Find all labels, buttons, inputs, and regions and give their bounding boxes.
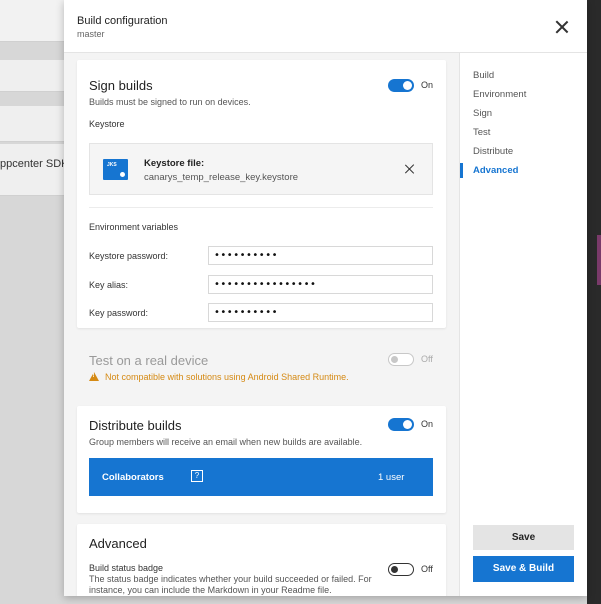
build-status-badge-toggle[interactable] [388, 563, 414, 576]
sign-builds-title: Sign builds [89, 78, 153, 93]
build-configuration-panel: Build configuration master Sign builds B… [64, 0, 587, 596]
sign-builds-description: Builds must be signed to run on devices. [89, 97, 251, 107]
test-device-toggle-label: Off [421, 354, 433, 364]
background-right-edge [587, 0, 601, 604]
environment-variables-label: Environment variables [89, 222, 179, 232]
keystore-file-box: Keystore file: canarys_temp_release_key.… [89, 143, 433, 195]
collaborators-label: Collaborators [102, 472, 164, 483]
keystore-file-name: canarys_temp_release_key.keystore [144, 172, 299, 183]
background-sdk-text: ppcenter SDK [0, 158, 69, 170]
key-alias-label: Key alias: [89, 280, 129, 290]
panel-header: Build configuration master [64, 0, 587, 53]
keystore-password-label: Keystore password: [89, 251, 169, 261]
nav-item-sign[interactable]: Sign [473, 108, 492, 119]
warning-text: Not compatible with solutions using Andr… [105, 372, 349, 382]
key-password-label: Key password: [89, 308, 149, 318]
distribute-builds-toggle[interactable] [388, 418, 414, 431]
key-password-field[interactable]: •••••••••• [208, 303, 433, 322]
advanced-card: Advanced Build status badge The status b… [77, 524, 446, 596]
jks-file-icon [103, 159, 128, 180]
background-row [0, 144, 64, 196]
build-status-badge-label: Build status badge [89, 563, 164, 573]
collaborators-count: 1 user [378, 472, 405, 483]
save-button[interactable]: Save [473, 525, 574, 550]
remove-keystore-icon[interactable] [404, 163, 416, 175]
panel-title: Build configuration [77, 15, 168, 27]
background-right-accent [597, 235, 601, 285]
close-icon[interactable] [553, 18, 571, 36]
background-row [0, 106, 64, 142]
distribute-builds-title: Distribute builds [89, 418, 182, 433]
nav-item-advanced[interactable]: Advanced [473, 165, 518, 176]
build-status-badge-description: The status badge indicates whether your … [89, 574, 372, 595]
nav-item-build[interactable]: Build [473, 70, 494, 81]
sign-builds-toggle-label: On [421, 80, 434, 90]
nav-item-test[interactable]: Test [473, 127, 490, 138]
background-row [0, 60, 64, 92]
warning-icon [89, 372, 99, 381]
sign-builds-toggle[interactable] [388, 79, 414, 92]
sign-builds-card: Sign builds Builds must be signed to run… [77, 60, 446, 328]
active-nav-indicator [460, 163, 463, 178]
distribute-builds-description: Group members will receive an email when… [89, 437, 363, 447]
distribute-builds-card: Distribute builds Group members will rec… [77, 406, 446, 513]
advanced-title: Advanced [89, 536, 147, 551]
help-icon[interactable]: ? [191, 470, 203, 482]
nav-item-distribute[interactable]: Distribute [473, 146, 513, 157]
test-device-toggle[interactable] [388, 353, 414, 366]
section-nav: Build Environment Sign Test Distribute A… [459, 53, 587, 596]
keystore-file-title: Keystore file: [144, 158, 205, 169]
divider [89, 207, 433, 208]
keystore-password-field[interactable]: •••••••••• [208, 246, 433, 265]
config-main[interactable]: Sign builds Builds must be signed to run… [64, 53, 459, 596]
test-device-warning: Not compatible with solutions using Andr… [89, 372, 349, 382]
distribute-builds-toggle-label: On [421, 419, 434, 429]
background-header [0, 0, 64, 42]
keystore-label: Keystore [89, 119, 125, 129]
branch-name: master [77, 29, 105, 39]
save-and-build-button[interactable]: Save & Build [473, 556, 574, 582]
build-status-badge-toggle-label: Off [421, 564, 433, 574]
nav-item-environment[interactable]: Environment [473, 89, 526, 100]
collaborators-group[interactable]: Collaborators ? 1 user [89, 458, 433, 496]
key-alias-field[interactable]: •••••••••••••••• [208, 275, 433, 294]
test-device-card: Test on a real device Off Not compatible… [77, 339, 446, 396]
test-device-title: Test on a real device [89, 353, 209, 368]
